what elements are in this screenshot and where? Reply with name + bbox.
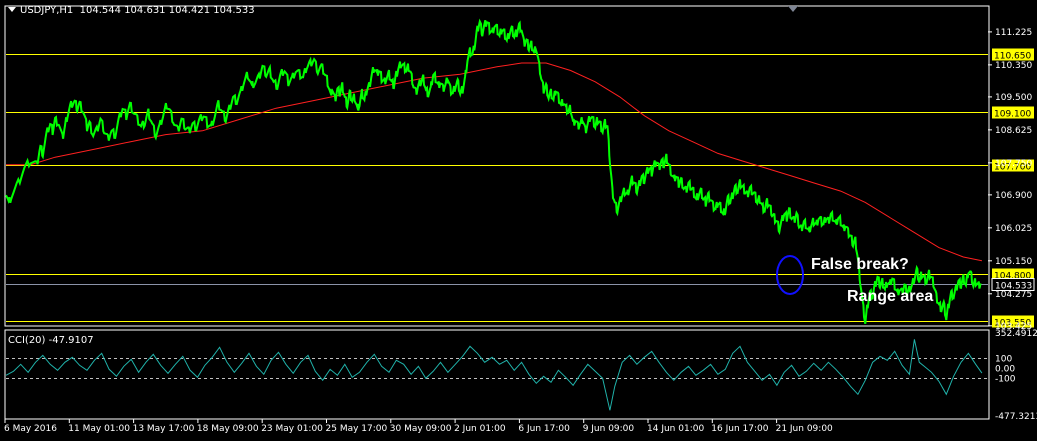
ohlc-values: 104.544 104.631 104.421 104.533 (79, 5, 255, 16)
cci-y-tick-label: -477.3213 (995, 412, 1037, 422)
symbol-header: USDJPY,H1 104.544 104.631 104.421 104.53… (8, 5, 255, 16)
cci-y-tick-label: 100 (995, 354, 1012, 364)
x-tick-label: 13 May 17:00 (133, 424, 195, 434)
cci-panel-border (4, 329, 990, 420)
cci-line (5, 339, 983, 411)
moving-average-line (6, 62, 983, 262)
price-line (5, 18, 982, 324)
symbol-label: USDJPY,H1 (20, 5, 74, 16)
y-tick-label: 104.275 (995, 290, 1032, 300)
chart-frame (4, 5, 990, 420)
x-tick-label: 14 Jun 01:00 (647, 424, 704, 434)
price-series (5, 18, 982, 324)
cci-series (5, 339, 983, 411)
level-label: 109.100 (994, 110, 1031, 120)
y-tick-label: 110.350 (995, 61, 1032, 71)
x-tick-label: 18 May 09:00 (197, 424, 259, 434)
cci-header: CCI(20) -47.9107 (8, 335, 94, 346)
x-tick-label: 2 Jun 01:00 (454, 424, 506, 434)
y-tick-label: 107.750 (995, 159, 1032, 169)
cci-y-tick-label: -100 (995, 374, 1016, 384)
y-tick-label: 111.225 (995, 28, 1032, 38)
y-tick-label: 106.025 (995, 224, 1032, 234)
cci-label: CCI(20) -47.9107 (8, 335, 94, 346)
x-tick-label: 21 Jun 09:00 (776, 424, 833, 434)
annotation-range-area: Range area (847, 288, 934, 305)
x-tick-label: 9 Jun 09:00 (583, 424, 635, 434)
y-tick-label: 105.150 (995, 257, 1032, 267)
x-tick-label: 11 May 01:00 (68, 424, 130, 434)
x-tick-label: 25 May 17:00 (326, 424, 388, 434)
time-x-axis: 6 May 2016 11 May 01:00 13 May 17:00 18 May… (4, 419, 833, 434)
cci-y-tick-label: 352.4912 (995, 329, 1037, 339)
y-tick-label: 108.625 (995, 126, 1032, 136)
x-tick-label: 23 May 01:00 (261, 424, 323, 434)
x-tick-label: 6 Jun 17:00 (518, 424, 570, 434)
y-tick-label: 106.900 (995, 191, 1032, 201)
x-tick-label: 16 Jun 17:00 (711, 424, 768, 434)
annotation-false-break: False break? (811, 256, 909, 273)
scroll-marker-icon[interactable] (788, 6, 798, 12)
cci-y-tick-label: 0.00 (995, 364, 1015, 374)
x-tick-label: 30 May 09:00 (390, 424, 452, 434)
moving-average-series (6, 62, 983, 262)
x-tick-label: 6 May 2016 (4, 424, 57, 434)
cci-y-axis: 352.4912 1000.00-100 -477.3213 (995, 329, 1037, 422)
y-tick-label: 109.500 (995, 93, 1032, 103)
dropdown-triangle-icon[interactable] (8, 7, 16, 12)
chart-canvas: 110.650109.100107.700104.800103.550104.5… (4, 5, 1037, 434)
